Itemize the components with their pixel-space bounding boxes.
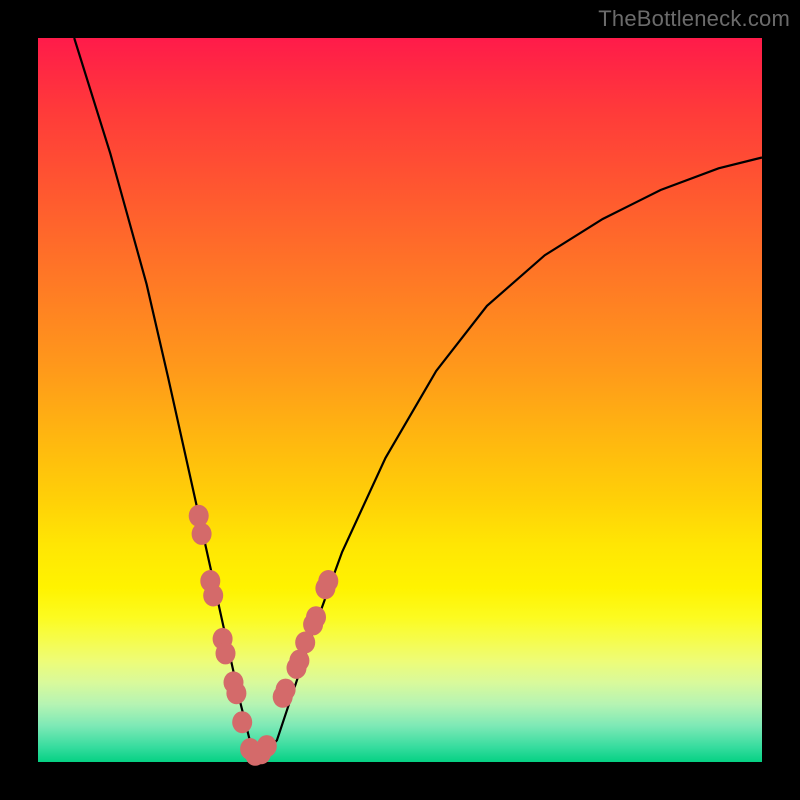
marker-point — [257, 735, 277, 757]
plot-area — [38, 38, 762, 762]
watermark-text: TheBottleneck.com — [598, 6, 790, 32]
marker-point — [216, 642, 236, 664]
marker-point — [192, 523, 212, 545]
marker-point — [318, 570, 338, 592]
marker-point — [276, 679, 296, 701]
marker-point — [306, 606, 326, 628]
chart-svg — [38, 38, 762, 762]
marker-group — [189, 505, 339, 766]
marker-point — [226, 682, 246, 704]
marker-point — [203, 585, 223, 607]
bottleneck-curve-path — [74, 38, 762, 755]
outer-frame: TheBottleneck.com — [0, 0, 800, 800]
marker-point — [232, 711, 252, 733]
